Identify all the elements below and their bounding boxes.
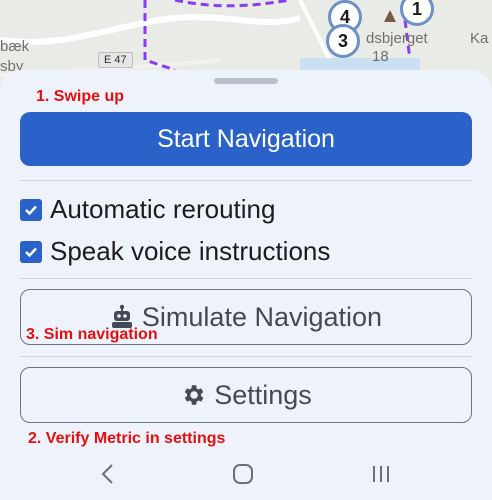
simulate-navigation-label: Simulate Navigation	[141, 301, 383, 332]
bottom-sheet[interactable]: 1. Swipe up Start Navigation Automatic r…	[0, 70, 492, 500]
road-badge: E 47	[98, 52, 133, 68]
drag-handle[interactable]	[214, 78, 278, 84]
speak-voice-instructions-option[interactable]: Speak voice instructions	[20, 236, 330, 267]
divider	[20, 278, 472, 279]
map-label-3: dsbjerget	[366, 30, 428, 47]
settings-button[interactable]: Settings	[20, 367, 472, 423]
home-icon[interactable]	[231, 462, 255, 486]
map-label-1: bæk	[0, 38, 30, 55]
automatic-rerouting-label: Automatic rerouting	[50, 194, 276, 224]
annotation-swipe-up: 1. Swipe up	[36, 88, 125, 105]
checkbox-checked-icon[interactable]	[20, 240, 42, 263]
back-icon[interactable]	[100, 463, 116, 485]
annotation-sim-navigation: 3. Sim navigation	[26, 326, 158, 343]
settings-label: Settings	[214, 379, 312, 410]
divider	[20, 356, 472, 357]
checkbox-checked-icon[interactable]	[20, 198, 42, 221]
map-label-5: Ka	[470, 30, 489, 47]
divider	[20, 180, 472, 181]
system-nav-bar	[0, 448, 492, 500]
automatic-rerouting-option[interactable]: Automatic rerouting	[20, 194, 275, 225]
route-pin-3[interactable]: 3	[326, 24, 360, 58]
start-navigation-button[interactable]: Start Navigation	[20, 112, 472, 166]
gear-icon	[180, 382, 206, 408]
annotation-verify-metric: 2. Verify Metric in settings	[28, 430, 226, 447]
map-label-4: 18	[372, 48, 389, 65]
speak-voice-instructions-label: Speak voice instructions	[50, 236, 331, 266]
recents-icon[interactable]	[370, 464, 392, 484]
